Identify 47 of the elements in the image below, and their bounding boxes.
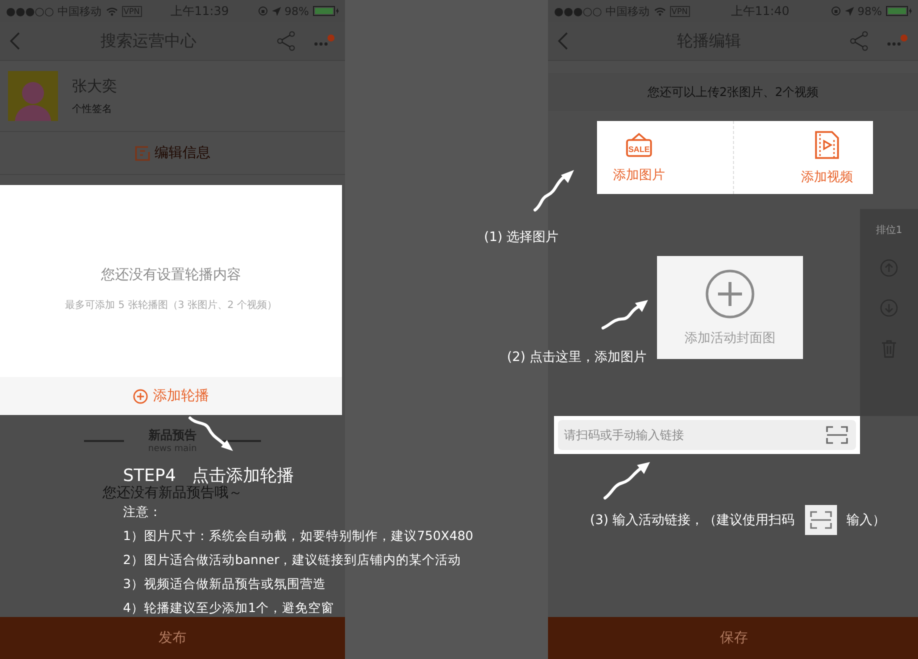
save-button[interactable]: 保存 [548, 617, 918, 659]
back-icon[interactable] [558, 32, 568, 50]
share-icon[interactable] [850, 31, 868, 51]
location-arrow-icon [272, 6, 281, 16]
lock-rotation-icon [258, 6, 268, 16]
note-text: 4）轮播建议至少添加1个，避免空窗 [123, 599, 334, 617]
film-play-icon [814, 130, 840, 160]
share-icon[interactable] [277, 31, 295, 51]
edit-icon [134, 146, 150, 160]
arrow [604, 462, 650, 500]
scan-icon [810, 510, 832, 530]
rank-label: 排位1 [876, 224, 902, 237]
note-text: 1）图片尺寸：系统会自动截，如要特别制作，建议750X480 [123, 527, 474, 545]
avatar [8, 71, 58, 121]
callout-text: (3) 输入活动链接，（建议使用扫码 [590, 512, 795, 529]
add-carousel-button[interactable]: 添加轮播 [133, 387, 209, 405]
more-icon[interactable] [886, 34, 908, 48]
arrow [534, 170, 574, 212]
battery-icon [886, 6, 912, 16]
wifi-icon [654, 6, 666, 16]
callout-text: (1) 选择图片 [484, 229, 559, 246]
callout-text: 输入） [846, 512, 886, 529]
callout-text: (2) 点击这里，添加图片 [507, 349, 647, 366]
note-text: 2）图片适合做活动banner，建议链接到店铺内的某个活动 [123, 551, 462, 569]
empty-text: 您还没有新品预告哦～ [102, 484, 244, 502]
arrow [602, 300, 648, 330]
empty-message: 您还没有设置轮播内容 [101, 266, 241, 284]
battery-icon [312, 6, 339, 16]
back-icon[interactable] [10, 32, 20, 50]
wifi-icon [106, 6, 118, 16]
notes-title: 注意： [123, 503, 162, 521]
link-field[interactable]: 请扫码或手动输入链接 [558, 420, 856, 450]
hint-text: 最多可添加 5 张轮播图（3 张图片、2 个视频） [65, 298, 277, 312]
plus-circle-icon [705, 268, 755, 318]
scan-icon [826, 425, 848, 445]
publish-button[interactable]: 发布 [0, 617, 345, 659]
add-cover-button[interactable]: 添加活动封面图 [657, 256, 803, 359]
plus-circle-icon [133, 388, 148, 404]
add-image-button[interactable]: SALE 添加图片 [597, 121, 734, 194]
user-signature: 个性签名 [72, 102, 113, 116]
edit-info-button[interactable]: 编辑信息 [154, 144, 210, 162]
step-title: STEP4 点击添加轮播 [123, 465, 294, 486]
lock-rotation-icon [830, 6, 841, 16]
note-text: 3）视频适合做新品预告或氛围营造 [123, 575, 326, 593]
add-video-button[interactable]: 添加视频 [734, 121, 873, 194]
location-arrow-icon [844, 6, 854, 16]
more-icon[interactable] [313, 34, 335, 48]
